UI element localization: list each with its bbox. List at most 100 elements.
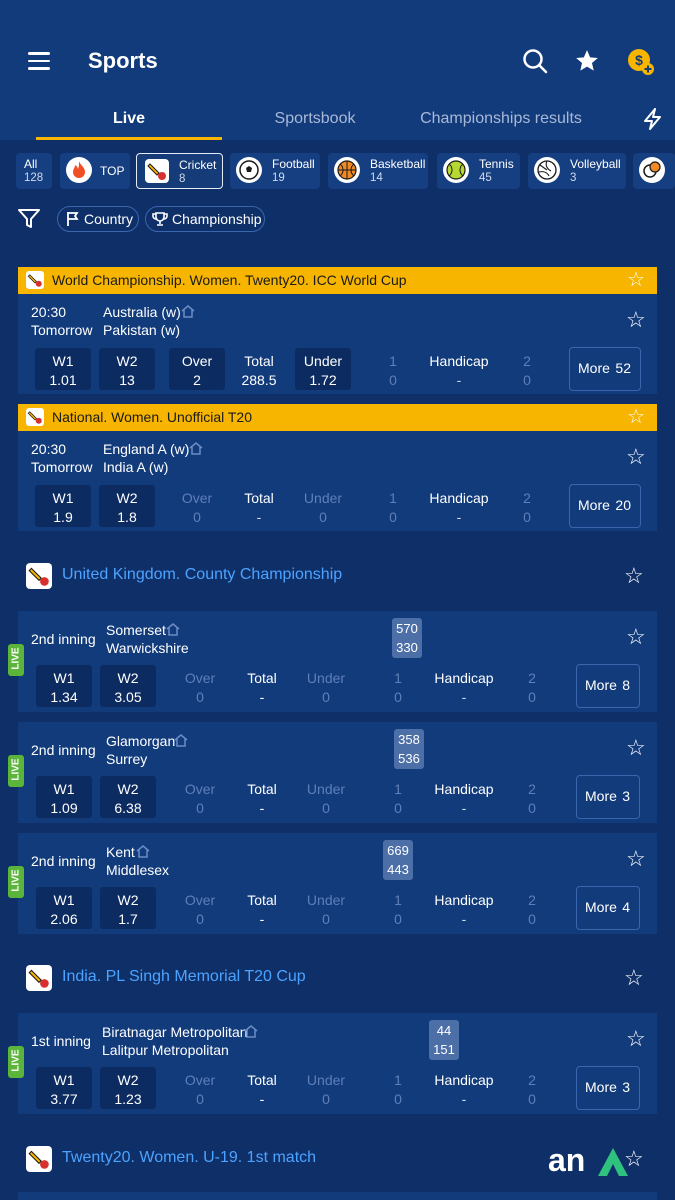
odd-handicap-2[interactable]: 20 [504,1067,560,1109]
sport-chip-basketball[interactable]: Basketball 14 [328,153,428,189]
odd-handicap-1[interactable]: 10 [365,485,421,527]
odd-w2[interactable]: W2 3.05 [100,665,156,707]
sport-chip-cricket[interactable]: Cricket 8 [136,153,223,189]
team-2: India A (w) [103,459,169,475]
league-row[interactable]: India. PL Singh Memorial T20 Cup ☆ [0,965,675,995]
score-box: 358 536 [394,729,424,769]
odd-handicap-2[interactable]: 20 [504,776,560,818]
odd-w1[interactable]: W1 1.34 [36,665,92,707]
odd-w2[interactable]: W2 1.7 [100,887,156,929]
odd-w1[interactable]: W1 2.06 [36,887,92,929]
league-name: United Kingdom. County Championship [62,566,343,583]
odd-over[interactable]: Over 0 [169,485,225,527]
live-match-card[interactable]: 2nd inning Glamorgan Surrey 358 536 ☆ W1 1… [18,722,657,823]
odd-w1[interactable]: W1 3.77 [36,1067,92,1109]
star-icon[interactable]: ☆ [626,626,646,648]
tab-sportsbook[interactable]: Sportsbook [222,110,408,128]
sport-chip-more[interactable] [633,153,675,189]
odd-over[interactable]: Over 0 [172,776,228,818]
star-icon[interactable]: ☆ [626,737,646,759]
odd-over[interactable]: Over 0 [172,665,228,707]
live-match-card[interactable]: 1st inning Biratnagar Metropolitan Lalit… [18,1013,657,1114]
sport-name: Volleyball [570,157,621,171]
odd-over[interactable]: Over 2 [169,348,225,390]
odd-under[interactable]: Under 0 [298,776,354,818]
league-row[interactable]: United Kingdom. County Championship ☆ [0,563,675,593]
tennis-ball-icon [443,157,469,183]
sport-chip-football[interactable]: Football 19 [230,153,320,189]
more-markets-button[interactable]: More 52 [569,347,641,391]
star-icon[interactable]: ☆ [626,1028,646,1050]
more-markets-button[interactable]: More 3 [576,775,640,819]
odd-handicap-2[interactable]: 20 [504,665,560,707]
app-header: Sports $ Live Sportsbook Championships r… [0,0,675,140]
star-icon[interactable]: ☆ [626,848,646,870]
team-1: England A (w) [103,441,190,457]
championship-filter-button[interactable]: Championship [145,206,265,232]
odd-over[interactable]: Over 0 [172,1067,228,1109]
match-day: Tomorrow [31,459,93,475]
country-filter-button[interactable]: Country [57,206,139,232]
odd-handicap-2[interactable]: 20 [499,348,555,390]
cricket-icon [26,271,44,289]
odd-total: Total 288.5 [241,353,277,388]
tab-live[interactable]: Live [36,110,222,128]
more-markets-button[interactable]: More 20 [569,484,641,528]
odd-w1[interactable]: W1 1.01 [35,348,91,390]
odd-handicap: Handicap - [434,670,494,705]
cricket-icon [26,563,52,589]
odd-handicap-1[interactable]: 10 [370,776,426,818]
star-icon[interactable]: ☆ [626,309,646,331]
odd-handicap-1[interactable]: 10 [365,348,421,390]
odd-w1[interactable]: W1 1.09 [36,776,92,818]
team-2: Warwickshire [106,640,189,656]
odd-handicap-1[interactable]: 10 [370,887,426,929]
star-icon[interactable]: ☆ [624,563,644,589]
sport-chip-top[interactable]: TOP [60,153,130,189]
page-title: Sports [88,48,158,73]
league-name: India. PL Singh Memorial T20 Cup [62,968,306,985]
search-icon[interactable] [522,48,548,74]
odd-w2[interactable]: W2 1.23 [100,1067,156,1109]
star-icon[interactable]: ☆ [624,965,644,991]
odd-handicap-1[interactable]: 10 [370,1067,426,1109]
more-markets-button[interactable]: More 4 [576,886,640,930]
tab-championships-results[interactable]: Championships results [408,110,594,128]
cricket-icon [26,408,44,426]
event-card[interactable]: World Championship. Women. Twenty20. ICC… [18,267,657,394]
odd-handicap-1[interactable]: 10 [370,665,426,707]
sport-count: 128 [24,172,44,184]
deposit-coin-icon[interactable]: $ [627,48,654,75]
menu-icon[interactable] [28,52,50,70]
more-markets-button[interactable]: More 8 [576,664,640,708]
odd-over[interactable]: Over 0 [172,887,228,929]
odd-handicap-2[interactable]: 20 [504,887,560,929]
more-markets-button[interactable]: More 3 [576,1066,640,1110]
sport-name: Tennis [479,157,514,171]
star-icon[interactable]: ☆ [627,270,645,290]
odd-under[interactable]: Under 0 [298,665,354,707]
sport-chip-volleyball[interactable]: Volleyball 3 [528,153,626,189]
favorites-star-icon[interactable] [574,48,600,74]
odd-w2[interactable]: W2 1.8 [99,485,155,527]
live-match-card[interactable]: 2nd inning Somerset Warwickshire 570 330 … [18,611,657,712]
live-match-card[interactable]: 2nd inning Kent Middlesex 669 443 ☆ W1 2.0… [18,833,657,934]
odd-w2[interactable]: W2 13 [99,348,155,390]
sport-name: Football [272,157,315,171]
star-icon[interactable]: ☆ [626,446,646,468]
event-card[interactable]: National. Women. Unofficial T20 ☆ 20:30 … [18,404,657,531]
live-badge: LIVE [8,755,24,787]
odd-under[interactable]: Under 0 [298,1067,354,1109]
odd-under[interactable]: Under 1.72 [295,348,351,390]
odd-under[interactable]: Under 0 [295,485,351,527]
lightning-icon[interactable] [642,108,664,135]
sport-chip-all[interactable]: All 128 [16,153,52,189]
filter-icon[interactable] [16,206,42,237]
odd-w2[interactable]: W2 6.38 [100,776,156,818]
league-header: World Championship. Women. Twenty20. ICC… [18,267,657,294]
odd-w1[interactable]: W1 1.9 [35,485,91,527]
odd-handicap-2[interactable]: 20 [499,485,555,527]
odd-under[interactable]: Under 0 [298,887,354,929]
sport-chip-tennis[interactable]: Tennis 45 [437,153,520,189]
star-icon[interactable]: ☆ [627,407,645,427]
